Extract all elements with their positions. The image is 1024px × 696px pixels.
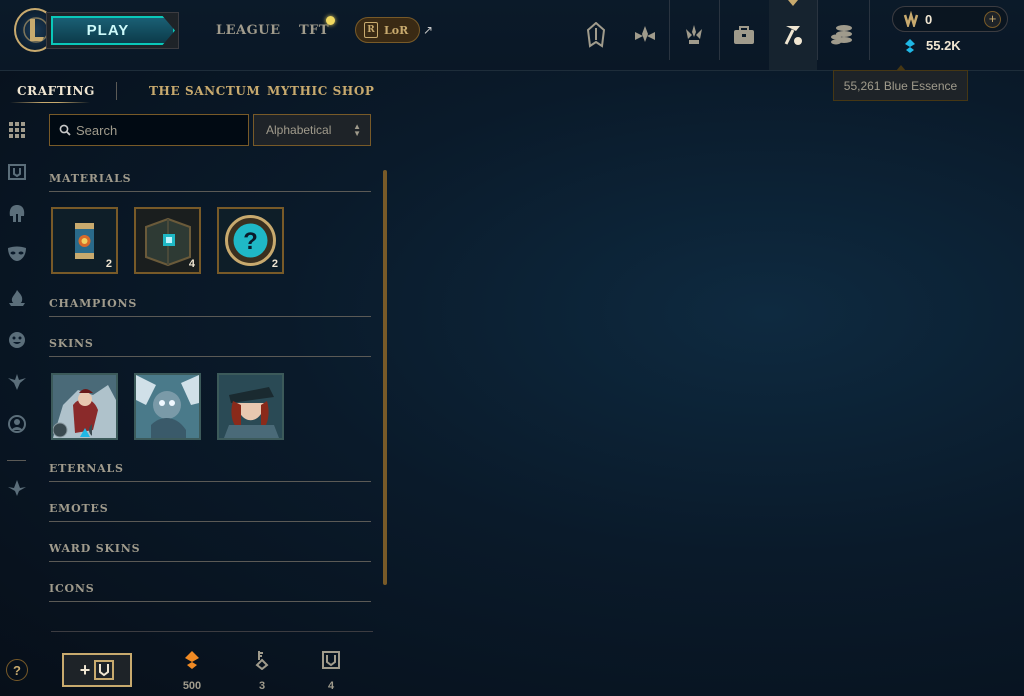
external-link-icon: ↗ (423, 23, 434, 37)
filter-all-icon[interactable] (6, 119, 28, 141)
riot-points-value: 0 (925, 12, 933, 27)
sort-dropdown[interactable]: Alphabetical ▲ ▼ (253, 114, 371, 146)
blue-essence-tooltip: 55,261 Blue Essence (833, 70, 968, 101)
collection-icon[interactable] (621, 0, 669, 70)
inventory-bag-icon[interactable] (720, 0, 768, 70)
lor-label: LoR (384, 23, 409, 37)
help-button[interactable]: ? (6, 659, 28, 681)
section-icons[interactable]: ICONS (49, 582, 371, 602)
sidebar-divider (7, 460, 26, 461)
tile-count: 2 (271, 258, 278, 270)
section-champions[interactable]: CHAMPIONS (49, 297, 371, 317)
chest-count-icon (321, 650, 341, 670)
orange-essence-value: 500 (182, 680, 202, 692)
skin-upgrade-badges-icon (53, 422, 92, 438)
filter-eternals-icon[interactable] (6, 287, 28, 309)
section-emotes[interactable]: EMOTES (49, 502, 371, 522)
filter-other-icon[interactable] (6, 477, 28, 499)
clash-trophy-icon[interactable] (670, 0, 718, 70)
blue-essence-icon (905, 39, 915, 53)
skin-shard-icon (219, 375, 282, 438)
filter-icons-icon[interactable] (6, 413, 28, 435)
footer-divider (51, 631, 373, 632)
tab-crafting[interactable]: CRAFTING (17, 84, 95, 98)
chests-value: 4 (327, 680, 335, 692)
nav-divider (869, 0, 870, 60)
section-materials[interactable]: MATERIALS (49, 172, 371, 192)
nav-tft[interactable]: TFT (299, 23, 329, 38)
filter-skins-icon[interactable] (6, 243, 28, 265)
filter-ward-skins-icon[interactable] (6, 371, 28, 393)
search-input[interactable] (76, 121, 241, 139)
profile-crest-icon[interactable] (572, 0, 620, 70)
tile-count: 4 (188, 258, 195, 270)
material-mystery-orb-tile[interactable]: ? 2 (217, 207, 284, 274)
dropdown-arrows-icon: ▲ ▼ (353, 122, 361, 138)
material-capsule-tile[interactable]: 2 (51, 207, 118, 274)
riot-points-icon (903, 11, 919, 27)
skin-shard-icon (136, 375, 199, 438)
skin-shard-tile[interactable] (217, 373, 284, 440)
active-tab-underline (10, 102, 90, 103)
search-icon (59, 124, 71, 136)
store-coins-icon[interactable] (818, 0, 866, 70)
chest-icon (94, 660, 115, 680)
blue-essence-value[interactable]: 55.2K (926, 38, 961, 53)
section-skins[interactable]: SKINS (49, 337, 371, 357)
filter-chests-icon[interactable] (6, 161, 28, 183)
lor-card-icon: R (364, 22, 378, 38)
nav-league[interactable]: LEAGUE (216, 23, 280, 38)
tile-count: 2 (105, 258, 112, 270)
skin-shard-tile[interactable] (134, 373, 201, 440)
orange-essence-icon (182, 650, 202, 670)
play-button[interactable]: PLAY (46, 12, 179, 49)
svg-text:?: ? (243, 228, 258, 255)
play-button-label[interactable]: PLAY (51, 16, 175, 45)
skin-shard-tile[interactable] (51, 373, 118, 440)
loot-scrollbar[interactable] (383, 170, 387, 585)
section-eternals[interactable]: ETERNALS (49, 462, 371, 482)
filter-champions-icon[interactable] (6, 203, 28, 225)
section-ward-skins[interactable]: WARD SKINS (49, 542, 371, 562)
search-field[interactable] (49, 114, 249, 146)
tft-notification-dot (326, 16, 335, 25)
buy-rp-button[interactable]: + (984, 11, 1001, 28)
plus-icon: + (79, 659, 91, 680)
key-icon (252, 650, 272, 670)
loot-crafting-icon[interactable] (769, 0, 817, 70)
tab-the-sanctum[interactable]: THE SANCTUM (149, 84, 260, 98)
tab-divider (116, 82, 117, 100)
filter-emotes-icon[interactable] (6, 329, 28, 351)
material-chest-tile[interactable]: 4 (134, 207, 201, 274)
tab-mythic-shop[interactable]: MYTHIC SHOP (267, 84, 375, 98)
add-chest-button[interactable]: + (62, 653, 132, 687)
lor-button[interactable]: R LoR (355, 17, 420, 43)
sort-dropdown-value: Alphabetical (266, 123, 332, 137)
keys-value: 3 (258, 680, 266, 692)
